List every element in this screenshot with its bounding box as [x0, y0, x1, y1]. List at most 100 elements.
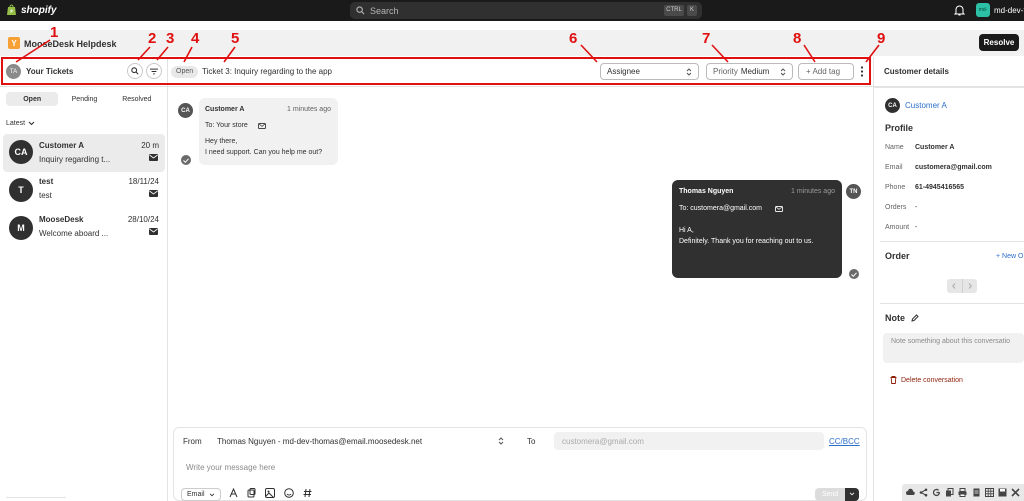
- cc-bcc-link[interactable]: CC/BCC: [829, 437, 860, 446]
- avatar: TN: [846, 184, 861, 199]
- extension-toolbar: [902, 484, 1024, 501]
- save-icon[interactable]: [998, 488, 1007, 497]
- to-label: To: [527, 437, 536, 446]
- conversation-name: test: [39, 177, 54, 186]
- bell-icon[interactable]: [954, 4, 965, 16]
- message-line: Hi A,: [679, 227, 694, 234]
- from-select[interactable]: Thomas Nguyen - md-dev-thomas@email.moos…: [212, 432, 510, 450]
- from-value: Thomas Nguyen - md-dev-thomas@email.moos…: [217, 436, 423, 446]
- app-name: MooseDesk Helpdesk: [24, 39, 117, 49]
- conversation-item[interactable]: CA Customer A 20 m Inquiry regarding t..…: [3, 134, 165, 172]
- message-sender: Customer A: [205, 106, 245, 113]
- tab-resolved[interactable]: Resolved: [111, 92, 163, 106]
- avatar: M: [9, 216, 33, 240]
- conversation-name: MooseDesk: [39, 215, 84, 224]
- annotation-box: [1, 57, 871, 85]
- message-time: 1 minutes ago: [791, 188, 835, 195]
- image-icon[interactable]: [265, 488, 275, 498]
- annotation-3: 3: [166, 30, 175, 47]
- field-value: -: [915, 224, 918, 231]
- to-field[interactable]: customera@gmail.com: [554, 432, 824, 450]
- message-input[interactable]: Write your message here: [186, 463, 275, 472]
- moosedesk-logo-icon: Y: [8, 37, 20, 49]
- message-line: Definitely. Thank you for reaching out t…: [679, 238, 814, 245]
- delivered-check-icon: [849, 269, 859, 279]
- annotation-2: 2: [148, 30, 157, 47]
- conversation-preview: Welcome aboard ...: [39, 229, 109, 238]
- global-search-input[interactable]: Search CTRL K: [350, 2, 702, 19]
- next-page-button[interactable]: [961, 279, 978, 293]
- prev-page-button[interactable]: [947, 279, 962, 293]
- grid-icon[interactable]: [984, 488, 994, 497]
- sidebar-scroll-indicator: [6, 497, 66, 498]
- close-icon[interactable]: [1011, 488, 1020, 497]
- annotation-7: 7: [702, 30, 711, 47]
- section-divider: [880, 303, 1024, 304]
- from-label: From: [183, 437, 202, 446]
- delivered-check-icon: [181, 155, 191, 165]
- note-input[interactable]: Note something about this conversatio: [883, 333, 1024, 363]
- message-line: Hey there,: [205, 138, 238, 145]
- shopify-brand: shopify: [21, 4, 57, 16]
- emoji-icon[interactable]: [284, 488, 294, 498]
- cloud-icon[interactable]: [906, 488, 915, 497]
- field-label: Orders: [885, 204, 907, 211]
- tab-pending[interactable]: Pending: [58, 92, 110, 106]
- channel-value: Email: [187, 491, 205, 498]
- header-divider: [0, 86, 1024, 87]
- tab-open[interactable]: Open: [6, 92, 59, 106]
- field-label: Amount: [885, 224, 910, 231]
- field-value: 61-4945416565: [915, 184, 965, 191]
- delete-conversation-button[interactable]: Delete conversation: [890, 376, 963, 384]
- google-icon[interactable]: [932, 488, 941, 497]
- pencil-icon[interactable]: [911, 314, 919, 322]
- field-value: customera@gmail.com: [915, 164, 992, 171]
- annotation-6: 6: [569, 30, 578, 47]
- new-order-link[interactable]: + New O: [996, 253, 1023, 260]
- annotation-4: 4: [191, 30, 200, 47]
- send-button[interactable]: Send: [815, 488, 845, 501]
- field-value: Customer A: [915, 144, 955, 151]
- conversation-time: 20 m: [141, 141, 159, 150]
- mail-icon: [149, 190, 158, 197]
- conversation-item[interactable]: T test 18/11/24 test: [3, 170, 165, 208]
- store-switcher[interactable]: md- md-dev-t: [976, 3, 1024, 17]
- channel-select[interactable]: Email: [181, 488, 221, 501]
- kbd-k: K: [687, 5, 697, 16]
- ticket-status-tabs: Open Pending Resolved: [6, 92, 163, 106]
- sidebar-divider: [167, 57, 168, 501]
- text-format-icon[interactable]: [229, 488, 238, 498]
- avatar: T: [9, 178, 33, 202]
- conversation-time: 28/10/24: [127, 215, 159, 224]
- field-label: Phone: [885, 184, 906, 191]
- conversation-preview: test: [39, 191, 52, 200]
- avatar: CA: [9, 140, 33, 164]
- attachment-icon[interactable]: [247, 488, 256, 498]
- sort-dropdown[interactable]: Latest: [6, 120, 35, 127]
- shopify-logo[interactable]: shopify: [6, 4, 57, 16]
- mail-icon: [149, 154, 158, 161]
- conversation-preview: Inquiry regarding t...: [39, 155, 111, 164]
- document-icon[interactable]: [972, 488, 981, 497]
- print-icon[interactable]: [958, 488, 967, 497]
- annotation-8: 8: [793, 30, 802, 47]
- details-divider: [873, 57, 874, 501]
- send-options-button[interactable]: [845, 488, 859, 501]
- customer-name-link[interactable]: Customer A: [905, 101, 947, 110]
- shopify-topbar: shopify Search CTRL K md- md-dev-t: [0, 0, 1024, 21]
- chevron-right-icon: [968, 283, 972, 289]
- to-value: customera@gmail.com: [562, 436, 644, 446]
- copy-icon[interactable]: [945, 488, 954, 497]
- sort-label: Latest: [6, 120, 26, 127]
- message-time: 1 minutes ago: [287, 106, 331, 113]
- chevron-down-icon: [849, 492, 855, 496]
- share-icon[interactable]: [919, 488, 928, 497]
- hashtag-icon[interactable]: [303, 488, 312, 498]
- conversation-item[interactable]: M MooseDesk 28/10/24 Welcome aboard ...: [3, 208, 165, 246]
- avatar: CA: [178, 103, 193, 118]
- resolve-button[interactable]: Resolve: [979, 34, 1019, 51]
- chevron-down-icon: [28, 121, 35, 126]
- field-label: Email: [885, 164, 903, 171]
- mail-icon: [775, 206, 783, 212]
- panel-divider: [874, 87, 1024, 88]
